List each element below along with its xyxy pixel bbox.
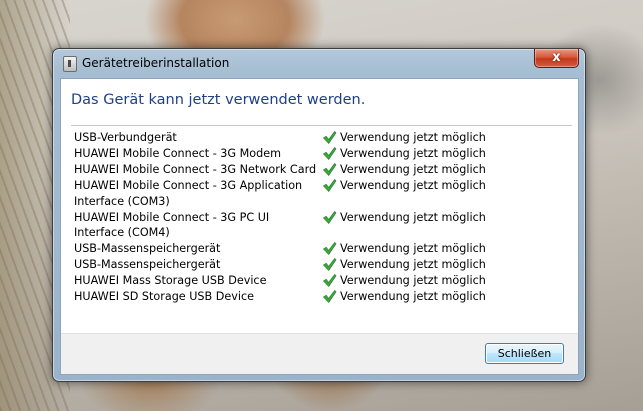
device-name: HUAWEI Mobile Connect - 3G PC UI Interfa… [74, 210, 270, 240]
device-status-text: Verwendung jetzt möglich [340, 242, 486, 256]
device-status-text: Verwendung jetzt möglich [340, 146, 486, 160]
device-name: HUAWEI Mobile Connect - 3G Application I… [74, 178, 303, 208]
device-status-text: Verwendung jetzt möglich [340, 274, 486, 288]
device-status-text: Verwendung jetzt möglich [340, 290, 486, 304]
device-name: HUAWEI Mass Storage USB Device [74, 274, 267, 288]
device-row: HUAWEI Mobile Connect - 3G Modem Verwendu… [74, 146, 534, 162]
device-list: USB-Verbundgerät Verwendung jetzt möglich… [74, 130, 534, 305]
dialog-content: Das Gerät kann jetzt verwendet werden. U… [60, 78, 579, 375]
green-checkmark-icon [322, 146, 337, 160]
device-row: HUAWEI Mobile Connect - 3G Network Card V… [74, 162, 534, 178]
device-row: USB-Massenspeichergerät Verwendung jetzt … [74, 257, 534, 273]
device-status-text: Verwendung jetzt möglich [340, 258, 486, 272]
window-title: Gerätetreiberinstallation [82, 56, 230, 70]
device-name: USB-Massenspeichergerät [74, 258, 221, 272]
green-checkmark-icon [322, 274, 337, 288]
device-status: Verwendung jetzt möglich [319, 289, 486, 305]
close-dialog-button[interactable]: Schließen [485, 343, 564, 364]
dialog-footer: Schließen [61, 333, 578, 374]
device-installer-icon [63, 56, 77, 72]
device-status: Verwendung jetzt möglich [319, 146, 486, 162]
green-checkmark-icon [322, 178, 337, 192]
device-status-text: Verwendung jetzt möglich [340, 131, 486, 144]
green-checkmark-icon [322, 258, 337, 272]
device-status: Verwendung jetzt möglich [319, 210, 486, 226]
close-icon: x [552, 50, 561, 65]
device-row: USB-Massenspeichergerät Verwendung jetzt … [74, 241, 534, 257]
device-row: HUAWEI SD Storage USB Device Verwendung j… [74, 289, 534, 305]
green-checkmark-icon [322, 290, 337, 304]
device-name: HUAWEI Mobile Connect - 3G Modem [74, 146, 282, 160]
device-name: HUAWEI Mobile Connect - 3G Network Card [74, 162, 317, 176]
device-status: Verwendung jetzt möglich [319, 162, 486, 178]
device-status-text: Verwendung jetzt möglich [340, 162, 486, 176]
device-name: HUAWEI SD Storage USB Device [74, 290, 255, 304]
driver-installation-dialog: Gerätetreiberinstallation x Das Gerät ka… [52, 48, 586, 382]
device-status: Verwendung jetzt möglich [319, 257, 486, 273]
device-row: HUAWEI Mass Storage USB Device Verwendung… [74, 273, 534, 289]
device-status: Verwendung jetzt möglich [319, 273, 486, 289]
device-status: Verwendung jetzt möglich [319, 178, 486, 194]
device-name: USB-Massenspeichergerät [74, 242, 221, 256]
window-close-button[interactable]: x [534, 49, 579, 68]
device-status: Verwendung jetzt möglich [319, 241, 486, 257]
title-bar[interactable]: Gerätetreiberinstallation x [53, 49, 585, 77]
green-checkmark-icon [322, 242, 337, 256]
device-row: USB-Verbundgerät Verwendung jetzt möglich [74, 130, 534, 146]
separator [71, 125, 572, 126]
device-row: HUAWEI Mobile Connect - 3G PC UI Interfa… [74, 210, 534, 242]
device-status-text: Verwendung jetzt möglich [340, 178, 486, 192]
device-status-text: Verwendung jetzt möglich [340, 210, 486, 224]
green-checkmark-icon [322, 210, 337, 224]
green-checkmark-icon [322, 162, 337, 176]
device-status: Verwendung jetzt möglich [319, 130, 486, 146]
status-heading: Das Gerät kann jetzt verwendet werden. [71, 92, 366, 108]
device-row: HUAWEI Mobile Connect - 3G Application I… [74, 178, 534, 210]
green-checkmark-icon [322, 130, 337, 145]
device-name: USB-Verbundgerät [74, 131, 177, 144]
